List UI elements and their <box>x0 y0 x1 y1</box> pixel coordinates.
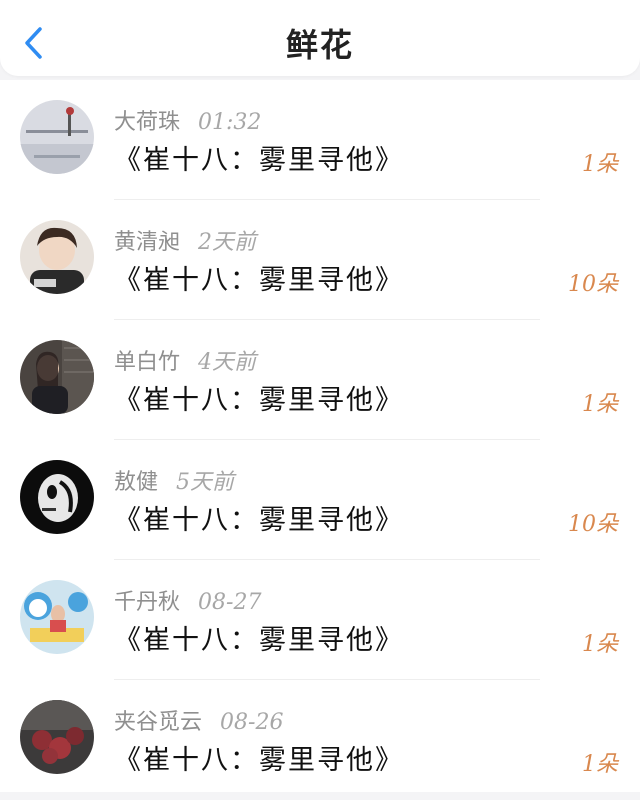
timestamp: 08-27 <box>198 590 262 615</box>
flower-list: 大荷珠 01:32 《崔十八：雾里寻他》 1朵 黄清昶 2天前 《崔十八：雾里寻他》… <box>0 80 640 792</box>
work-title[interactable]: 《崔十八：雾里寻他》 <box>114 138 404 177</box>
list-item[interactable]: 夹谷觅云 08-26 《崔十八：雾里寻他》 1朵 <box>0 680 640 800</box>
timestamp: 5天前 <box>176 470 235 495</box>
flower-count: 1朵 <box>582 632 618 657</box>
flower-count: 10朵 <box>568 512 618 537</box>
work-title[interactable]: 《崔十八：雾里寻他》 <box>114 618 404 657</box>
work-title[interactable]: 《崔十八：雾里寻他》 <box>114 378 404 417</box>
flower-count: 1朵 <box>582 752 618 777</box>
avatar[interactable] <box>20 580 94 654</box>
nav-bar: 鲜花 <box>0 0 640 76</box>
sender-name[interactable]: 单白竹 <box>114 350 180 375</box>
list-item[interactable]: 单白竹 4天前 《崔十八：雾里寻他》 1朵 <box>0 320 640 440</box>
avatar[interactable] <box>20 460 94 534</box>
sender-name[interactable]: 夹谷觅云 <box>114 710 202 735</box>
sender-name[interactable]: 千丹秋 <box>114 590 180 615</box>
avatar[interactable] <box>20 340 94 414</box>
list-item[interactable]: 敖健 5天前 《崔十八：雾里寻他》 10朵 <box>0 440 640 560</box>
list-item[interactable]: 黄清昶 2天前 《崔十八：雾里寻他》 10朵 <box>0 200 640 320</box>
list-item[interactable]: 千丹秋 08-27 《崔十八：雾里寻他》 1朵 <box>0 560 640 680</box>
timestamp: 2天前 <box>198 230 257 255</box>
work-title[interactable]: 《崔十八：雾里寻他》 <box>114 738 404 777</box>
work-title[interactable]: 《崔十八：雾里寻他》 <box>114 258 404 297</box>
sender-name[interactable]: 敖健 <box>114 470 158 495</box>
sender-meta: 大荷珠 01:32 <box>114 104 261 136</box>
avatar[interactable] <box>20 220 94 294</box>
sender-name[interactable]: 黄清昶 <box>114 230 180 255</box>
sender-meta: 单白竹 4天前 <box>114 344 256 376</box>
sender-meta: 黄清昶 2天前 <box>114 224 256 256</box>
page-title: 鲜花 <box>285 26 354 64</box>
flower-count: 10朵 <box>568 272 618 297</box>
sender-meta: 千丹秋 08-27 <box>114 584 261 616</box>
timestamp: 4天前 <box>198 350 257 375</box>
work-title[interactable]: 《崔十八：雾里寻他》 <box>114 498 404 537</box>
list-item[interactable]: 大荷珠 01:32 《崔十八：雾里寻他》 1朵 <box>0 80 640 200</box>
flower-count: 1朵 <box>582 152 618 177</box>
timestamp: 08-26 <box>220 710 284 735</box>
sender-meta: 夹谷觅云 08-26 <box>114 704 283 736</box>
avatar[interactable] <box>20 700 94 774</box>
timestamp: 01:32 <box>198 110 262 135</box>
sender-meta: 敖健 5天前 <box>114 464 234 496</box>
avatar[interactable] <box>20 100 94 174</box>
flower-count: 1朵 <box>582 392 618 417</box>
sender-name[interactable]: 大荷珠 <box>114 110 180 135</box>
